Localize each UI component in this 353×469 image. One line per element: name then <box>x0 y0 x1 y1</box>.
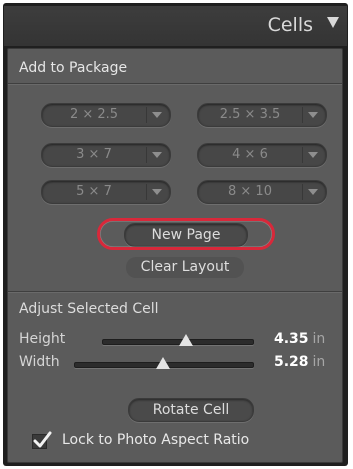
size-button-label: 2 × 2.5 <box>69 107 119 122</box>
dropdown-arrow-icon[interactable] <box>308 189 318 195</box>
height-unit: in <box>312 331 326 347</box>
size-button-label: 5 × 7 <box>76 184 112 199</box>
lock-aspect-checkbox[interactable] <box>32 431 52 449</box>
separator <box>146 147 147 163</box>
dropdown-arrow-icon[interactable] <box>152 152 162 158</box>
separator <box>146 107 147 123</box>
size-button-2x2.5[interactable]: 2 × 2.5 <box>41 103 171 127</box>
panel-title: Cells <box>267 14 313 36</box>
size-button-label: 2.5 × 3.5 <box>219 107 281 122</box>
size-button-label: 8 × 10 <box>228 184 272 199</box>
collapse-triangle-icon[interactable] <box>327 17 339 28</box>
width-slider-thumb[interactable] <box>156 357 170 369</box>
height-number: 4.35 <box>274 331 309 347</box>
separator <box>302 107 303 123</box>
size-button-2.5x3.5[interactable]: 2.5 × 3.5 <box>197 103 327 127</box>
checkmark-icon <box>33 431 52 448</box>
height-slider-thumb[interactable] <box>179 334 193 346</box>
dropdown-arrow-icon[interactable] <box>308 152 318 158</box>
divider <box>8 84 342 85</box>
size-button-3x7[interactable]: 3 × 7 <box>41 143 171 167</box>
width-value[interactable]: 5.28 in <box>274 354 325 370</box>
width-number: 5.28 <box>274 354 309 370</box>
height-slider-track[interactable] <box>102 339 254 345</box>
lock-aspect-label: Lock to Photo Aspect Ratio <box>62 432 250 448</box>
dropdown-arrow-icon[interactable] <box>308 112 318 118</box>
height-label: Height <box>19 331 66 347</box>
cells-panel-body: Add to Package 2 × 2.5 2.5 × 3.5 3 × 7 4… <box>7 48 343 463</box>
width-unit: in <box>312 354 326 370</box>
separator <box>146 184 147 200</box>
size-button-5x7[interactable]: 5 × 7 <box>41 180 171 204</box>
divider <box>8 292 342 293</box>
dropdown-arrow-icon[interactable] <box>152 112 162 118</box>
width-label: Width <box>19 354 60 370</box>
cells-panel-header[interactable]: Cells <box>4 6 347 46</box>
size-button-8x10[interactable]: 8 × 10 <box>197 180 327 204</box>
clear-layout-button[interactable]: Clear Layout <box>126 257 244 278</box>
rotate-cell-button[interactable]: Rotate Cell <box>128 398 254 422</box>
add-to-package-heading: Add to Package <box>19 60 128 76</box>
separator <box>302 147 303 163</box>
adjust-selected-cell-heading: Adjust Selected Cell <box>19 301 159 317</box>
size-button-4x6[interactable]: 4 × 6 <box>197 143 327 167</box>
highlight-ring <box>97 218 275 250</box>
size-button-label: 3 × 7 <box>76 147 112 162</box>
separator <box>302 184 303 200</box>
dropdown-arrow-icon[interactable] <box>152 189 162 195</box>
size-button-label: 4 × 6 <box>232 147 268 162</box>
height-value[interactable]: 4.35 in <box>274 331 325 347</box>
